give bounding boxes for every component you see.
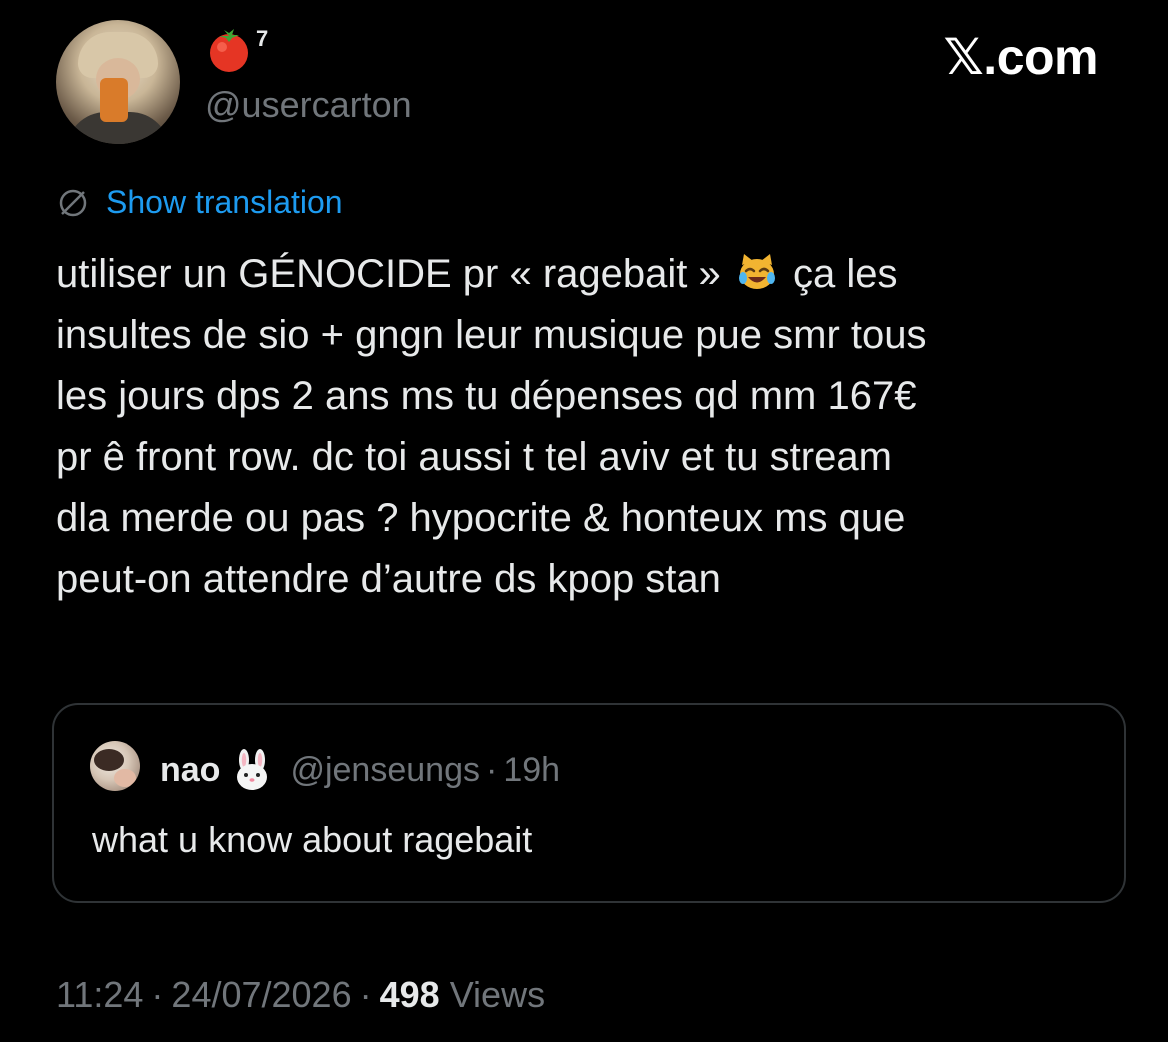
tweet-line-text: ça les xyxy=(792,252,898,296)
cat-tears-of-joy-icon xyxy=(738,254,775,289)
tweet-time[interactable]: 11:24 xyxy=(56,974,143,1016)
x-wordmark: 𝕏.com xyxy=(943,29,1099,85)
display-name-superscript: 7 xyxy=(256,26,269,51)
tweet-date[interactable]: 24/07/2026 xyxy=(171,974,351,1016)
quoted-user-handle[interactable]: @jenseungs xyxy=(290,751,480,790)
author-avatar[interactable] xyxy=(56,20,180,144)
tweet-meta: 11:24 · 24/07/2026 · 498 Views xyxy=(56,974,545,1016)
quoted-tweet-header: nao @jenseungs · 19h xyxy=(160,749,560,791)
quoted-avatar-hair xyxy=(94,749,124,771)
quoted-tweet-card[interactable]: nao @jenseungs · 19h what u know about r… xyxy=(52,703,1126,903)
meta-separator: · xyxy=(151,974,164,1015)
quoted-tweet-time[interactable]: 19h xyxy=(503,751,560,790)
tweet-line: insultes de sio + gngn leur musique pue … xyxy=(56,313,927,357)
quoted-avatar-hand xyxy=(114,769,136,787)
tweet-line: utiliser un GÉNOCIDE pr « ragebait » ça … xyxy=(56,244,1126,305)
quoted-user-name[interactable]: nao xyxy=(160,751,220,790)
avatar-phone xyxy=(100,78,128,122)
views-count: 498 xyxy=(379,974,440,1015)
quoted-separator: · xyxy=(485,750,498,789)
tomato-icon xyxy=(210,29,248,72)
author-display-name[interactable]: 7 xyxy=(204,24,268,76)
tweet-line: pr ê front row. dc toi aussi t tel aviv … xyxy=(56,435,892,479)
tweet-line: peut-on attendre d’autre ds kpop stan xyxy=(56,557,721,601)
tweet-line-text: utiliser un GÉNOCIDE pr « ragebait » xyxy=(56,252,721,296)
views-label: Views xyxy=(449,974,546,1015)
author-handle[interactable]: @usercarton xyxy=(205,84,412,126)
tweet-line: les jours dps 2 ans ms tu dépenses qd mm… xyxy=(56,374,917,418)
rabbit-icon xyxy=(237,749,268,790)
tweet-line: dla merde ou pas ? hypocrite & honteux m… xyxy=(56,496,906,540)
show-translation[interactable]: Show translation xyxy=(56,184,343,221)
quoted-user-avatar[interactable] xyxy=(90,741,140,791)
show-translation-label[interactable]: Show translation xyxy=(106,184,343,221)
meta-separator: · xyxy=(359,974,372,1015)
tweet-text: utiliser un GÉNOCIDE pr « ragebait » ça … xyxy=(56,244,1126,610)
quoted-tweet-text: what u know about ragebait xyxy=(92,819,533,860)
globe-icon xyxy=(59,189,87,216)
